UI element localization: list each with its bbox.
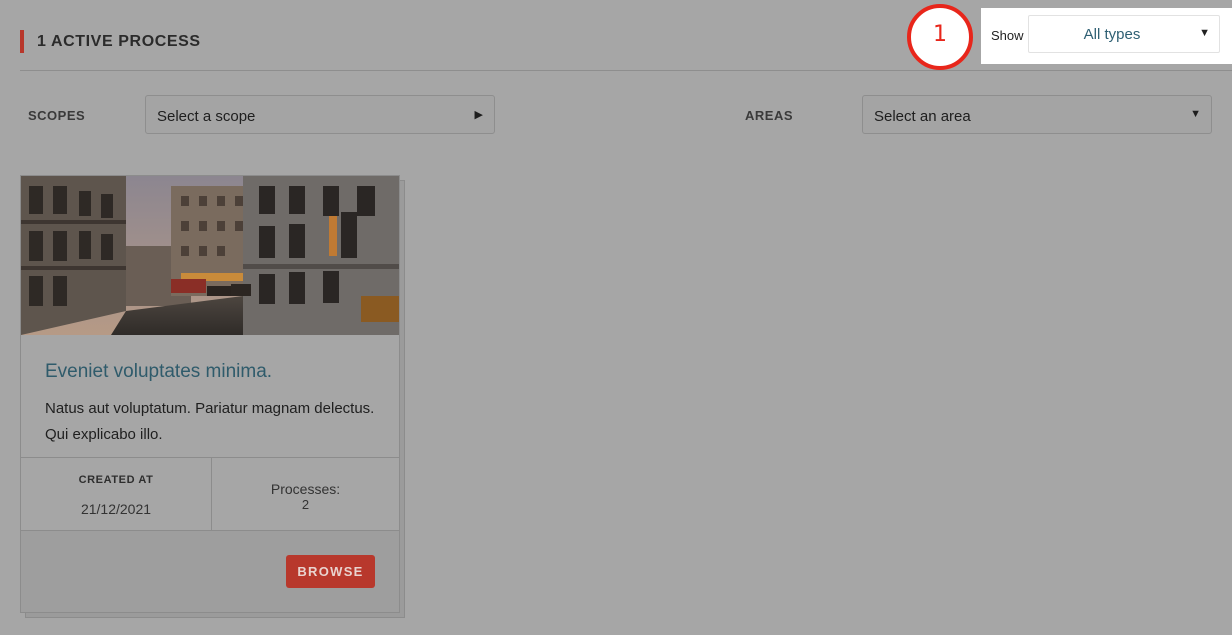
header-divider — [20, 70, 1232, 71]
step-marker: 1 — [907, 4, 973, 70]
scopes-label: SCOPES — [28, 108, 86, 123]
step-marker-number: 1 — [933, 22, 947, 47]
scope-select-value: Select a scope — [157, 108, 256, 125]
show-label: Show — [991, 28, 1024, 43]
processes-label: Processes: — [270, 481, 341, 497]
card-description: Natus aut voluptatum. Pariatur magnam de… — [45, 400, 375, 443]
caret-right-icon: ▶ — [474, 109, 483, 121]
browse-button[interactable]: BROWSE — [286, 555, 375, 588]
page-title: 1 ACTIVE PROCESS — [37, 33, 201, 50]
process-card: Eveniet voluptates minima. Natus aut vol… — [20, 175, 400, 613]
show-type-filter: Show All types ▼ — [981, 8, 1232, 64]
card-image[interactable] — [21, 176, 399, 335]
created-at-label: CREATED AT — [78, 474, 154, 486]
caret-down-icon: ▼ — [1199, 27, 1210, 39]
area-select-value: Select an area — [874, 108, 971, 125]
processes-count: 2 — [301, 497, 310, 512]
street-photo — [21, 176, 399, 335]
created-at-value: 21/12/2021 — [80, 501, 152, 517]
scope-select[interactable]: Select a scope ▶ — [145, 95, 495, 134]
caret-down-icon: ▼ — [1190, 108, 1201, 120]
card-title-link[interactable]: Eveniet voluptates minima. — [45, 361, 272, 383]
header-accent-bar — [20, 30, 24, 53]
card-stats: CREATED AT 21/12/2021 Processes: 2 — [21, 457, 399, 531]
type-select-value: All types — [1083, 26, 1141, 43]
area-select[interactable]: Select an area ▼ — [862, 95, 1212, 134]
type-select[interactable]: All types ▼ — [1028, 15, 1220, 53]
areas-label: AREAS — [745, 108, 794, 123]
card-footer: BROWSE — [21, 531, 399, 612]
